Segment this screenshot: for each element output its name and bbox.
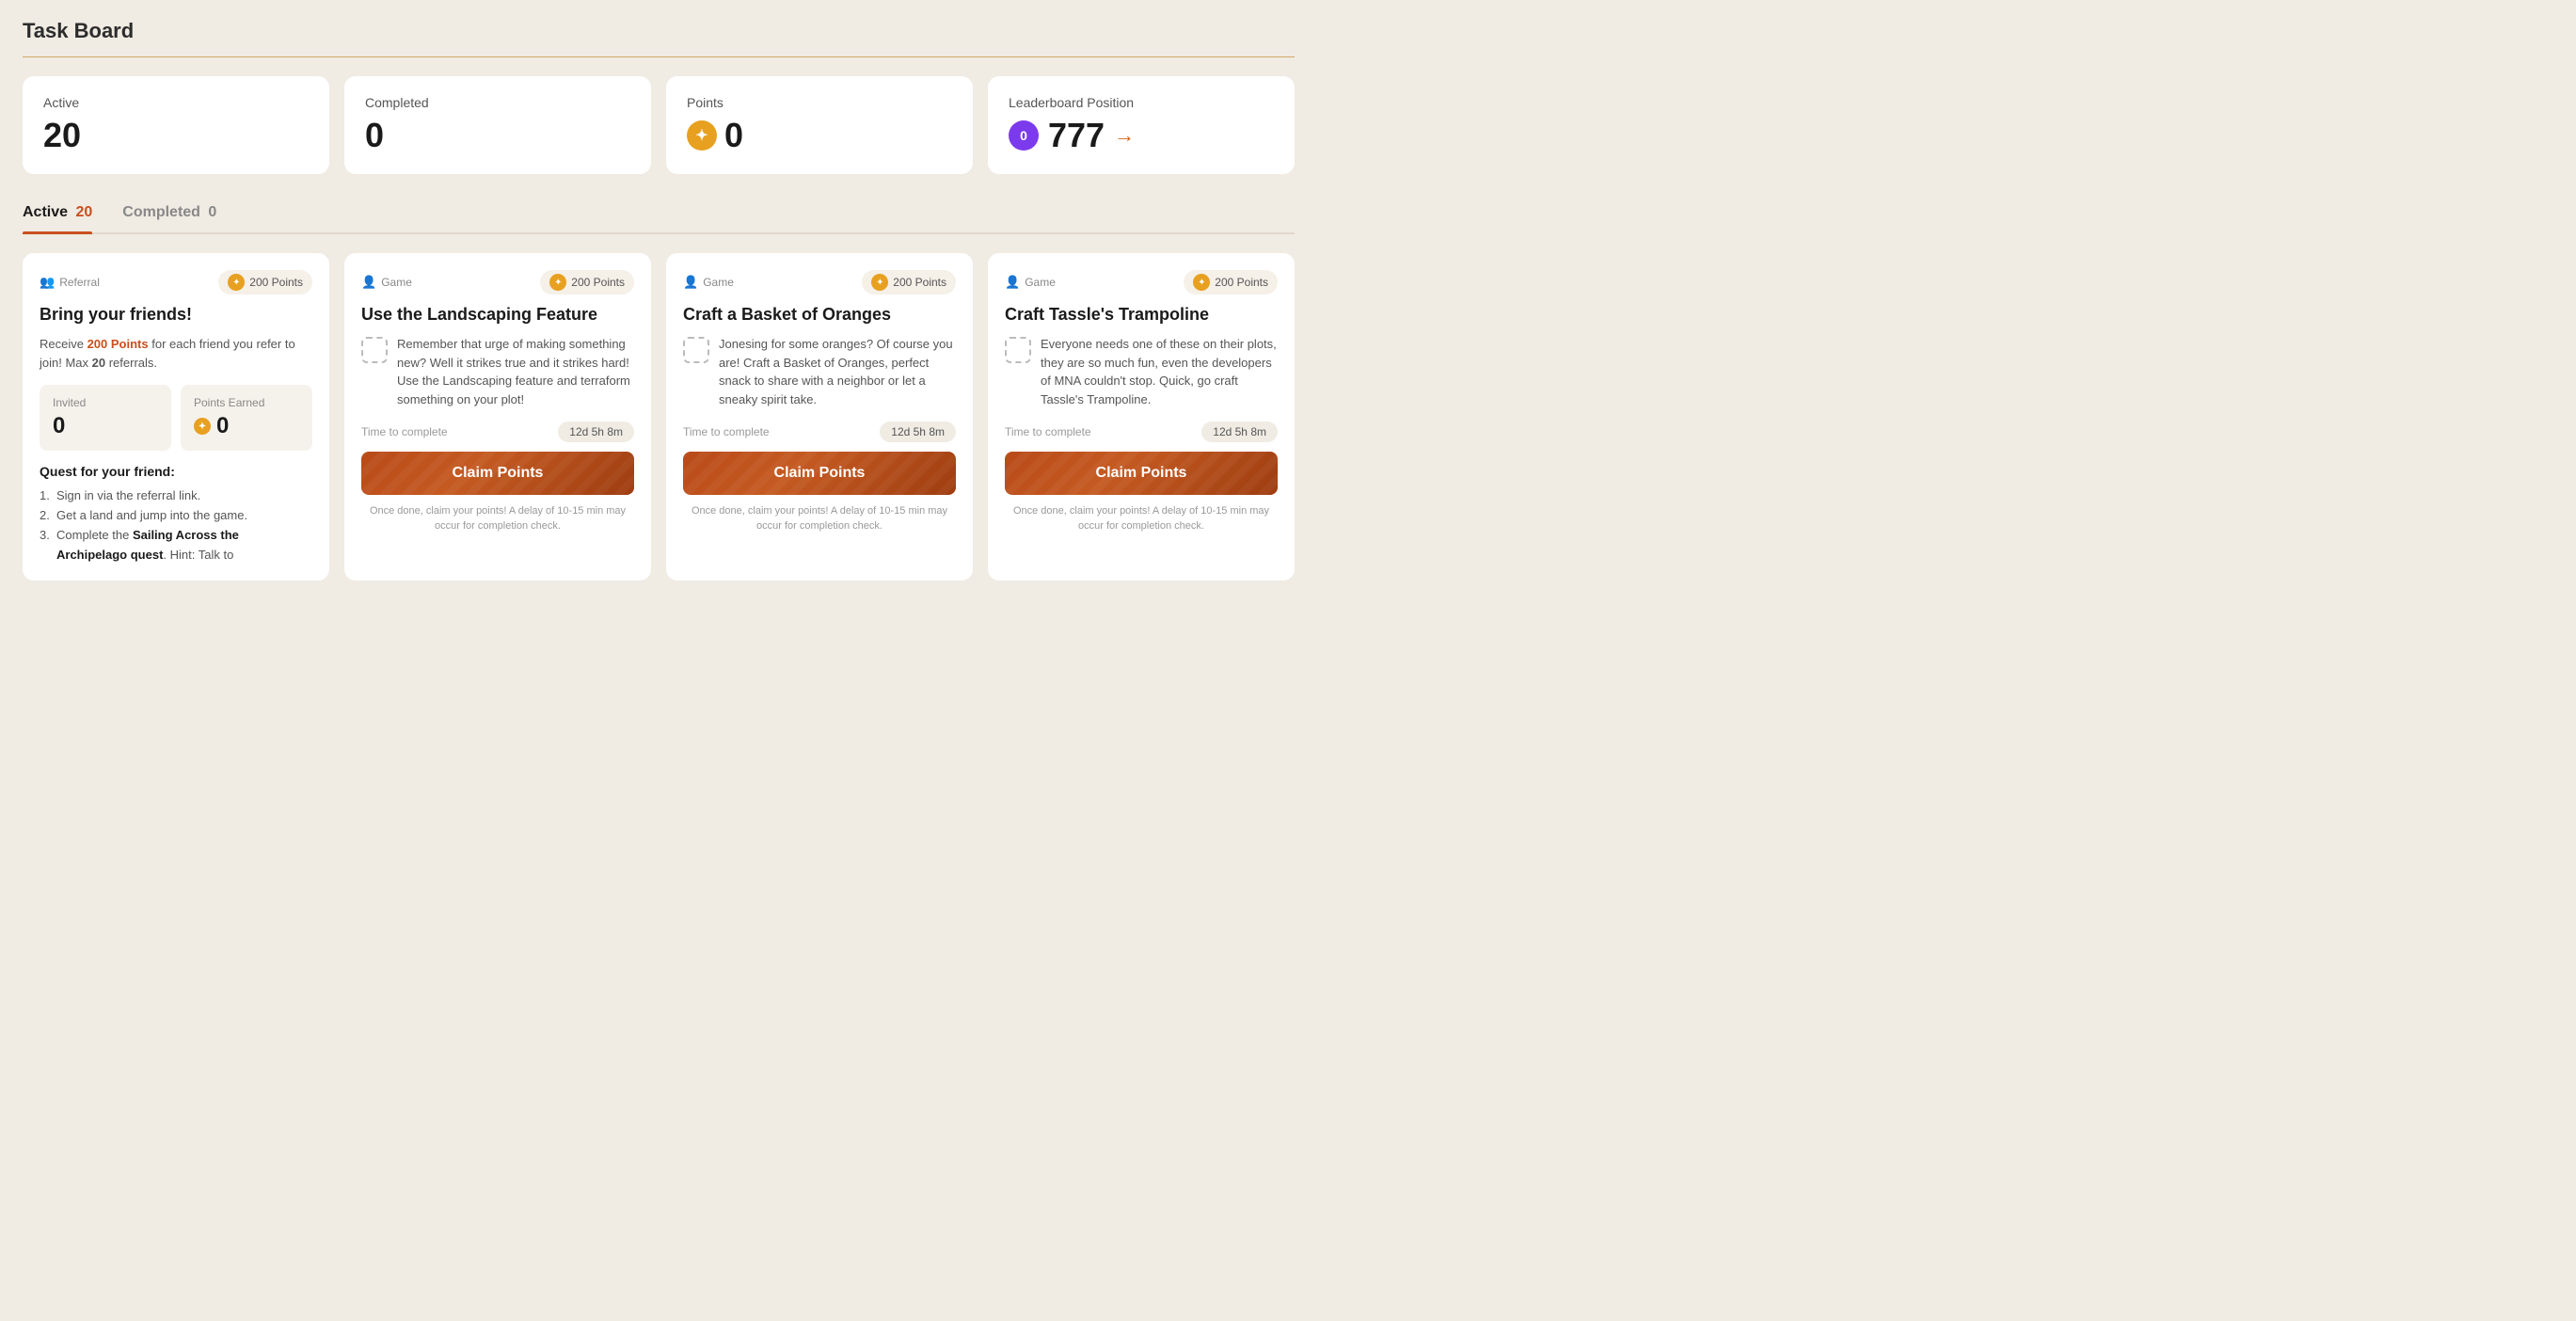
points-star-icon-o: ✦: [871, 274, 888, 291]
points-earned-star-icon: ✦: [194, 418, 211, 435]
time-value-landscaping: 12d 5h 8m: [558, 422, 634, 442]
stat-card-active: Active 20: [23, 76, 329, 174]
stats-row: Active 20 Completed 0 Points ✦ 0 Leaderb…: [23, 76, 1295, 174]
card-type-landscaping: 👤 Game: [361, 275, 412, 290]
card-title-trampoline: Craft Tassle's Trampoline: [1005, 304, 1278, 326]
stat-label-active: Active: [43, 95, 309, 110]
card-type-referral: 👥 Referral: [40, 275, 100, 290]
stat-value-completed: 0: [365, 116, 630, 155]
task-checkbox-landscaping: [361, 337, 388, 363]
tabs-row: Active 20 Completed 0: [23, 197, 1295, 234]
stat-label-leaderboard: Leaderboard Position: [1009, 95, 1274, 110]
top-divider: [23, 56, 1295, 57]
claim-button-oranges[interactable]: Claim Points: [683, 452, 956, 495]
leaderboard-circle: 0: [1009, 120, 1039, 151]
game-icon-oranges: 👤: [683, 275, 698, 290]
quest-item-3: Complete the Sailing Across the Archipel…: [40, 526, 312, 565]
task-card-oranges: 👤 Game ✦ 200 Points Craft a Basket of Or…: [666, 253, 973, 581]
quest-title: Quest for your friend:: [40, 464, 312, 479]
card-body-landscaping: Remember that urge of making something n…: [361, 335, 634, 408]
stat-card-leaderboard: Leaderboard Position 0 777 →: [988, 76, 1295, 174]
tab-active[interactable]: Active 20: [23, 197, 92, 232]
card-body-trampoline: Everyone needs one of these on their plo…: [1005, 335, 1278, 408]
points-star-icon-t: ✦: [1193, 274, 1210, 291]
referral-icon: 👥: [40, 275, 55, 290]
card-header-landscaping: 👤 Game ✦ 200 Points: [361, 270, 634, 294]
stat-card-completed: Completed 0: [344, 76, 651, 174]
stat-card-points: Points ✦ 0: [666, 76, 973, 174]
points-earned-label: Points Earned: [194, 396, 299, 409]
card-header-oranges: 👤 Game ✦ 200 Points: [683, 270, 956, 294]
invited-box: Invited 0: [40, 385, 171, 451]
card-type-oranges: 👤 Game: [683, 275, 734, 290]
tab-completed[interactable]: Completed 0: [122, 197, 216, 232]
time-value-oranges: 12d 5h 8m: [880, 422, 956, 442]
game-icon-landscaping: 👤: [361, 275, 376, 290]
stat-value-active: 20: [43, 116, 309, 155]
task-checkbox-oranges: [683, 337, 709, 363]
star-icon: ✦: [687, 120, 717, 151]
points-badge-referral: ✦ 200 Points: [218, 270, 312, 294]
quest-item-2: Get a land and jump into the game.: [40, 506, 312, 526]
claim-note-trampoline: Once done, claim your points! A delay of…: [1005, 504, 1278, 533]
time-value-trampoline: 12d 5h 8m: [1201, 422, 1278, 442]
task-card-referral: 👥 Referral ✦ 200 Points Bring your frien…: [23, 253, 329, 581]
referral-stats: Invited 0 Points Earned ✦ 0: [40, 385, 312, 451]
game-icon-trampoline: 👤: [1005, 275, 1020, 290]
leaderboard-number: 777: [1048, 116, 1105, 155]
claim-button-landscaping[interactable]: Claim Points: [361, 452, 634, 495]
time-label-trampoline: Time to complete: [1005, 425, 1091, 438]
claim-note-oranges: Once done, claim your points! A delay of…: [683, 504, 956, 533]
card-desc-trampoline: Everyone needs one of these on their plo…: [1041, 335, 1278, 408]
quest-section: Quest for your friend: Sign in via the r…: [40, 464, 312, 565]
stat-value-points: ✦ 0: [687, 116, 952, 155]
stat-label-completed: Completed: [365, 95, 630, 110]
invited-value: 0: [53, 413, 158, 439]
points-badge-landscaping: ✦ 200 Points: [540, 270, 634, 294]
quest-item-1: Sign in via the referral link.: [40, 486, 312, 506]
leaderboard-value: 0 777 →: [1009, 116, 1274, 155]
card-desc-landscaping: Remember that urge of making something n…: [397, 335, 634, 408]
claim-note-landscaping: Once done, claim your points! A delay of…: [361, 504, 634, 533]
cards-grid: 👥 Referral ✦ 200 Points Bring your frien…: [23, 253, 1295, 581]
referral-points-highlight: 200 Points: [87, 337, 149, 351]
task-checkbox-trampoline: [1005, 337, 1031, 363]
card-body-oranges: Jonesing for some oranges? Of course you…: [683, 335, 956, 408]
card-header-referral: 👥 Referral ✦ 200 Points: [40, 270, 312, 294]
card-title-referral: Bring your friends!: [40, 304, 312, 326]
page-title: Task Board: [23, 19, 1295, 43]
card-footer-landscaping: Time to complete 12d 5h 8m: [361, 422, 634, 442]
stat-label-points: Points: [687, 95, 952, 110]
time-label-oranges: Time to complete: [683, 425, 770, 438]
claim-button-trampoline[interactable]: Claim Points: [1005, 452, 1278, 495]
quest-list: Sign in via the referral link. Get a lan…: [40, 486, 312, 565]
task-card-landscaping: 👤 Game ✦ 200 Points Use the Landscaping …: [344, 253, 651, 581]
card-type-trampoline: 👤 Game: [1005, 275, 1056, 290]
points-badge-oranges: ✦ 200 Points: [862, 270, 956, 294]
time-label-landscaping: Time to complete: [361, 425, 448, 438]
arrow-right-icon: →: [1114, 123, 1135, 148]
card-footer-trampoline: Time to complete 12d 5h 8m: [1005, 422, 1278, 442]
points-earned-value: ✦ 0: [194, 413, 299, 439]
invited-label: Invited: [53, 396, 158, 409]
card-footer-oranges: Time to complete 12d 5h 8m: [683, 422, 956, 442]
points-badge-trampoline: ✦ 200 Points: [1184, 270, 1278, 294]
card-title-oranges: Craft a Basket of Oranges: [683, 304, 956, 326]
card-desc-oranges: Jonesing for some oranges? Of course you…: [719, 335, 956, 408]
task-card-trampoline: 👤 Game ✦ 200 Points Craft Tassle's Tramp…: [988, 253, 1295, 581]
card-header-trampoline: 👤 Game ✦ 200 Points: [1005, 270, 1278, 294]
points-star-icon: ✦: [228, 274, 245, 291]
points-earned-box: Points Earned ✦ 0: [181, 385, 312, 451]
referral-intro-text: Receive 200 Points for each friend you r…: [40, 335, 312, 372]
points-star-icon-l: ✦: [549, 274, 566, 291]
card-title-landscaping: Use the Landscaping Feature: [361, 304, 634, 326]
